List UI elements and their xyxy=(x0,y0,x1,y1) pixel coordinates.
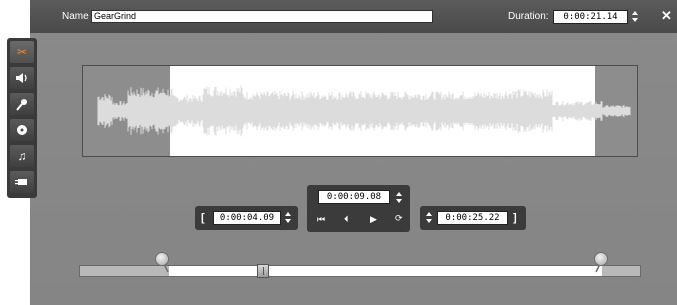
loop-button[interactable]: ⟳ xyxy=(395,213,403,223)
duration-timecode[interactable]: 0:00:21.14 xyxy=(553,10,628,24)
trim-out-knob[interactable] xyxy=(594,252,608,266)
mark-out-bracket-icon[interactable]: ] xyxy=(513,211,517,225)
tool-scissors[interactable]: ✂ xyxy=(10,41,34,63)
scrubber-playhead[interactable] xyxy=(257,264,269,278)
name-label: Name xyxy=(62,11,89,22)
tool-volume[interactable] xyxy=(10,67,34,89)
trim-in-knob[interactable] xyxy=(155,252,169,266)
mark-in-timecode[interactable]: 0:00:04.09 xyxy=(213,211,281,225)
go-to-start-button[interactable]: ⏮ xyxy=(317,214,325,224)
play-button[interactable]: ▶ xyxy=(370,214,377,224)
step-back-button[interactable]: ⏴ xyxy=(344,214,349,224)
playhead-grip xyxy=(263,267,264,275)
disc-icon xyxy=(17,125,27,135)
waveform xyxy=(97,85,631,137)
close-icon[interactable]: ✕ xyxy=(661,9,672,23)
mark-in-spinner[interactable] xyxy=(285,211,292,224)
mark-in-bracket-icon[interactable]: [ xyxy=(201,211,205,225)
current-spinner[interactable] xyxy=(396,191,403,204)
waveform-view[interactable] xyxy=(82,65,638,157)
name-field[interactable]: GearGrind xyxy=(91,10,433,23)
scissors-icon: ✂ xyxy=(16,45,28,59)
tool-music[interactable]: ♫ xyxy=(10,145,34,167)
current-timecode[interactable]: 0:00:09.08 xyxy=(318,190,390,204)
tool-voiceover[interactable] xyxy=(10,93,34,115)
trim-selection xyxy=(169,266,602,276)
mark-out-timecode[interactable]: 0:00:25.22 xyxy=(437,211,508,225)
tool-audio-effects[interactable] xyxy=(10,171,34,193)
speaker-icon xyxy=(16,73,27,83)
music-note-icon: ♫ xyxy=(17,149,27,163)
tool-cd-audio[interactable] xyxy=(10,119,34,141)
duration-label: Duration: xyxy=(508,11,549,22)
mark-out-spinner[interactable] xyxy=(426,211,433,224)
microphone-icon xyxy=(16,98,27,111)
audio-plug-icon xyxy=(15,179,27,185)
duration-spinner[interactable] xyxy=(632,10,639,23)
